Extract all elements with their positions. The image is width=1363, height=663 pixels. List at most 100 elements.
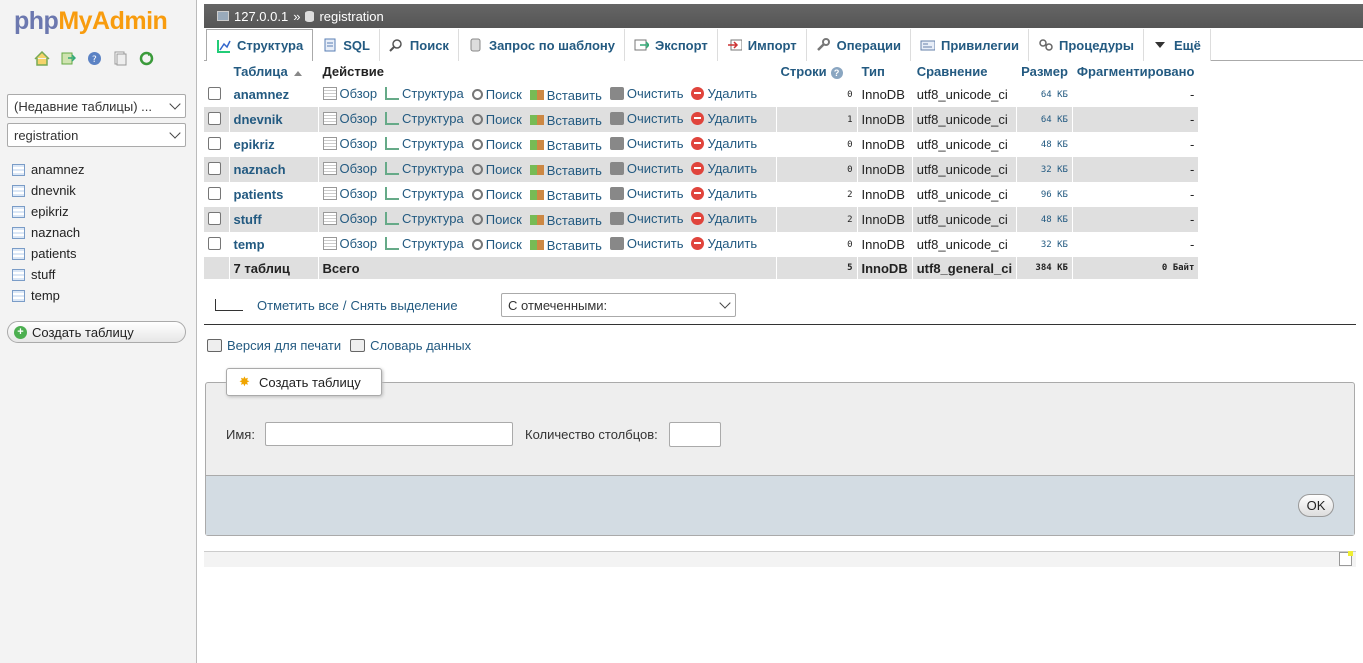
action-insert-link[interactable]: Вставить <box>529 238 602 253</box>
tab-more[interactable]: Ещё <box>1143 29 1211 61</box>
action-drop-link[interactable]: Удалить <box>691 86 757 101</box>
reload-icon[interactable] <box>137 50 155 67</box>
table-size[interactable]: 64 КБ <box>1016 107 1073 132</box>
tab-privileges[interactable]: Привилегии <box>911 29 1029 61</box>
action-structure-link[interactable]: Структура <box>385 186 464 201</box>
tab-import[interactable]: Импорт <box>717 29 807 61</box>
tree-item-naznach[interactable]: naznach <box>12 222 84 243</box>
tree-item-epikriz[interactable]: epikriz <box>12 201 84 222</box>
header-type[interactable]: Тип <box>857 61 913 82</box>
help-icon[interactable]: ? <box>85 50 103 67</box>
uncheck-all-link[interactable]: Снять выделение <box>350 298 457 313</box>
action-search-link[interactable]: Поиск <box>471 137 522 152</box>
action-drop-link[interactable]: Удалить <box>691 186 757 201</box>
action-structure-link[interactable]: Структура <box>385 161 464 176</box>
table-name-link[interactable]: epikriz <box>234 137 275 152</box>
row-checkbox[interactable] <box>208 186 221 200</box>
action-empty-link[interactable]: Очистить <box>609 136 683 151</box>
recent-tables-select[interactable]: (Недавние таблицы) ... <box>7 94 186 118</box>
breadcrumb-server[interactable]: 127.0.0.1 <box>234 9 288 24</box>
row-checkbox[interactable] <box>208 236 221 250</box>
action-browse-link[interactable]: Обзор <box>322 236 377 251</box>
action-drop-link[interactable]: Удалить <box>691 111 757 126</box>
action-insert-link[interactable]: Вставить <box>529 163 602 178</box>
row-checkbox[interactable] <box>208 111 221 125</box>
tree-item-temp[interactable]: temp <box>12 285 84 306</box>
header-size[interactable]: Размер <box>1016 61 1073 82</box>
action-structure-link[interactable]: Структура <box>385 211 464 226</box>
action-empty-link[interactable]: Очистить <box>609 211 683 226</box>
row-checkbox[interactable] <box>208 161 221 175</box>
table-name-link[interactable]: dnevnik <box>234 112 283 127</box>
docs-icon[interactable] <box>111 50 129 67</box>
action-empty-link[interactable]: Очистить <box>609 161 683 176</box>
print-view-link[interactable]: Версия для печати <box>227 338 341 353</box>
action-search-link[interactable]: Поиск <box>471 162 522 177</box>
action-insert-link[interactable]: Вставить <box>529 213 602 228</box>
row-checkbox[interactable] <box>208 211 221 225</box>
database-select[interactable]: registration <box>7 123 186 147</box>
ok-button[interactable]: OK <box>1298 494 1334 517</box>
tab-sql[interactable]: SQL <box>313 29 380 61</box>
table-size[interactable]: 32 КБ <box>1016 157 1073 182</box>
action-drop-link[interactable]: Удалить <box>691 136 757 151</box>
action-structure-link[interactable]: Структура <box>385 111 464 126</box>
action-drop-link[interactable]: Удалить <box>691 236 757 251</box>
console-bar[interactable] <box>204 551 1356 567</box>
table-name-link[interactable]: temp <box>234 237 265 252</box>
action-empty-link[interactable]: Очистить <box>609 86 683 101</box>
action-browse-link[interactable]: Обзор <box>322 136 377 151</box>
action-browse-link[interactable]: Обзор <box>322 86 377 101</box>
table-size[interactable]: 48 КБ <box>1016 132 1073 157</box>
action-empty-link[interactable]: Очистить <box>609 236 683 251</box>
tree-item-dnevnik[interactable]: dnevnik <box>12 180 84 201</box>
help-icon[interactable]: ? <box>830 67 843 79</box>
action-search-link[interactable]: Поиск <box>471 212 522 227</box>
table-name-link[interactable]: patients <box>234 187 284 202</box>
table-size[interactable]: 48 КБ <box>1016 207 1073 232</box>
action-search-link[interactable]: Поиск <box>471 112 522 127</box>
header-collation[interactable]: Сравнение <box>912 61 1018 82</box>
create-table-button-sidebar[interactable]: + Создать таблицу <box>7 321 186 343</box>
action-structure-link[interactable]: Структура <box>385 236 464 251</box>
tab-search[interactable]: Поиск <box>379 29 459 61</box>
table-name-link[interactable]: anamnez <box>234 87 290 102</box>
phpmyadmin-logo[interactable]: phpMyAdmin <box>14 7 168 36</box>
header-rows[interactable]: Строки? <box>776 61 858 82</box>
action-empty-link[interactable]: Очистить <box>609 186 683 201</box>
action-empty-link[interactable]: Очистить <box>609 111 683 126</box>
header-overhead[interactable]: Фрагментировано <box>1072 61 1200 82</box>
table-size[interactable]: 32 КБ <box>1016 232 1073 257</box>
tab-structure[interactable]: Структура <box>206 29 314 62</box>
action-search-link[interactable]: Поиск <box>471 237 522 252</box>
tab-operations[interactable]: Операции <box>806 29 911 61</box>
action-drop-link[interactable]: Удалить <box>691 211 757 226</box>
action-structure-link[interactable]: Структура <box>385 136 464 151</box>
breadcrumb-database[interactable]: registration <box>319 9 383 24</box>
action-insert-link[interactable]: Вставить <box>529 138 602 153</box>
action-structure-link[interactable]: Структура <box>385 86 464 101</box>
action-browse-link[interactable]: Обзор <box>322 111 377 126</box>
home-icon[interactable] <box>33 50 51 67</box>
row-checkbox[interactable] <box>208 86 221 100</box>
table-name-link[interactable]: naznach <box>234 162 286 177</box>
action-search-link[interactable]: Поиск <box>471 187 522 202</box>
action-insert-link[interactable]: Вставить <box>529 188 602 203</box>
action-browse-link[interactable]: Обзор <box>322 186 377 201</box>
tree-item-stuff[interactable]: stuff <box>12 264 84 285</box>
tab-query[interactable]: Запрос по шаблону <box>458 29 626 61</box>
table-name-input[interactable] <box>265 422 513 446</box>
row-checkbox[interactable] <box>208 136 221 150</box>
columns-count-input[interactable] <box>669 422 721 447</box>
tab-routines[interactable]: Процедуры <box>1028 29 1144 61</box>
with-selected-select[interactable]: С отмеченными: <box>501 293 736 317</box>
logout-icon[interactable] <box>59 50 77 67</box>
action-insert-link[interactable]: Вставить <box>529 113 602 128</box>
tree-item-patients[interactable]: patients <box>12 243 84 264</box>
action-insert-link[interactable]: Вставить <box>529 88 602 103</box>
data-dictionary-link[interactable]: Словарь данных <box>370 338 471 353</box>
action-drop-link[interactable]: Удалить <box>691 161 757 176</box>
tab-export[interactable]: Экспорт <box>625 29 718 61</box>
tree-item-anamnez[interactable]: anamnez <box>12 159 84 180</box>
table-name-link[interactable]: stuff <box>234 212 262 227</box>
